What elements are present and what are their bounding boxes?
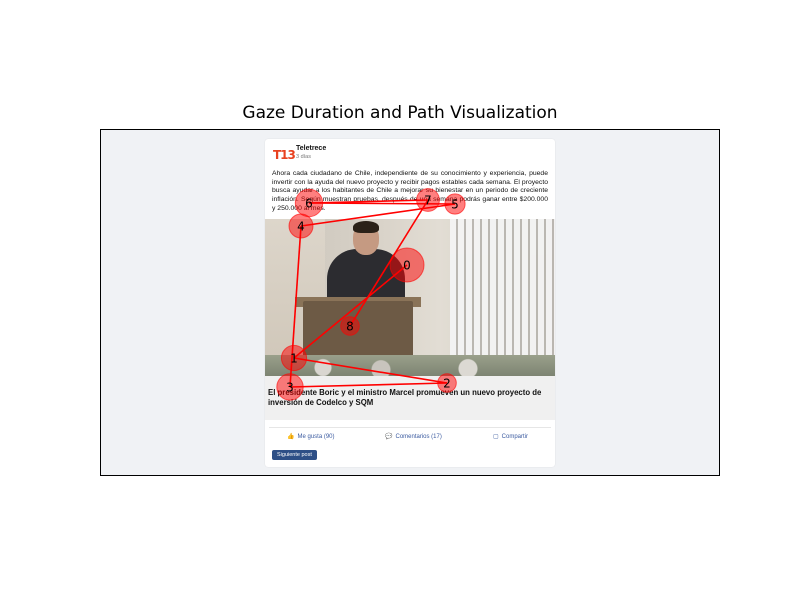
chart-title: Gaze Duration and Path Visualization (242, 103, 558, 123)
share-icon: ▢ (493, 434, 499, 440)
next-post-button[interactable]: Siguiente post (272, 450, 317, 460)
share-label: Compartir (501, 434, 529, 440)
link-preview[interactable]: El presidente Boric y el ministro Marcel… (265, 376, 555, 420)
post-actions: 👍 Me gusta (90) 💬 Comentarios (17) ▢ Compar… (269, 427, 551, 444)
photo-window (450, 219, 555, 369)
teletrece-logo: T13 (273, 148, 296, 162)
social-post-card: T13 Teletrece 3 días Ahora cada ciudadan… (265, 139, 555, 467)
page-name[interactable]: Teletrece (296, 145, 326, 152)
share-button[interactable]: ▢ Compartir (493, 433, 528, 440)
link-title[interactable]: El presidente Boric y el ministro Marcel… (268, 388, 548, 407)
comments-button[interactable]: 💬 Comentarios (17) (385, 433, 442, 440)
post-body-text: Ahora cada ciudadano de Chile, independi… (272, 170, 548, 212)
photo-person-hair (353, 221, 379, 233)
post-timestamp: 3 días (296, 154, 311, 160)
like-button[interactable]: 👍 Me gusta (90) (287, 433, 335, 440)
like-label: Me gusta (90) (297, 434, 335, 440)
comment-icon: 💬 (385, 434, 393, 440)
thumbs-up-icon: 👍 (287, 434, 295, 440)
post-photo[interactable] (265, 219, 555, 376)
comments-label: Comentarios (17) (395, 434, 442, 440)
photo-flowers (265, 355, 555, 376)
